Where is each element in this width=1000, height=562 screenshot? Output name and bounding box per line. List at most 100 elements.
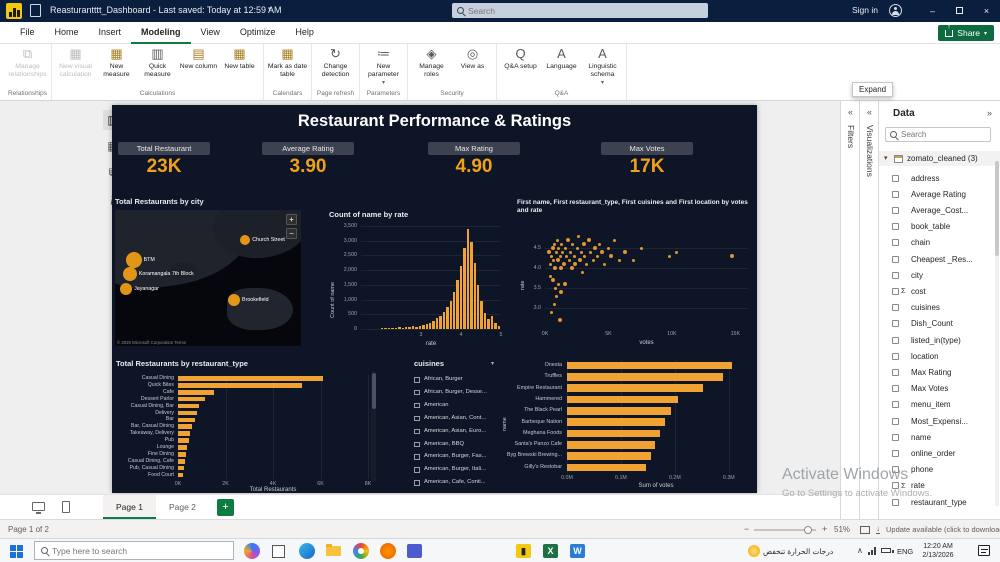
bar[interactable]	[178, 438, 189, 443]
histogram-bar[interactable]	[398, 327, 401, 329]
cuisines-slicer[interactable]: cuisines ▾ African, Burger African, Burge…	[412, 358, 496, 493]
slicer-item[interactable]: American, BBQ	[412, 440, 496, 452]
histogram-bar[interactable]	[387, 328, 391, 329]
scatter-point[interactable]	[571, 242, 575, 246]
histogram-bar[interactable]	[494, 323, 497, 329]
checkbox-icon[interactable]	[892, 352, 899, 360]
scatter-point[interactable]	[552, 258, 556, 262]
histogram-bar[interactable]	[384, 328, 387, 329]
weather-text[interactable]: درجات الحرارة تنخفض	[763, 547, 853, 556]
bar[interactable]	[567, 373, 724, 381]
scatter-point[interactable]	[675, 250, 679, 254]
field-row-cuisines[interactable]: cuisines	[879, 301, 1000, 316]
visual-scrollbar[interactable]	[371, 371, 376, 483]
bar[interactable]	[567, 440, 655, 449]
bar[interactable]	[178, 445, 188, 450]
checkbox-icon[interactable]	[414, 415, 420, 422]
data-table-row[interactable]: ▾ zomato_cleaned (3)	[879, 151, 1000, 166]
checkbox-icon[interactable]	[892, 433, 899, 441]
scatter-point[interactable]	[575, 246, 579, 250]
taskbar-search-box[interactable]	[34, 541, 234, 560]
histogram-bar[interactable]	[463, 248, 466, 329]
desktop-view-icon[interactable]	[32, 502, 45, 514]
histogram-bar[interactable]	[439, 315, 442, 329]
scatter-point[interactable]	[573, 262, 578, 266]
scatter-point[interactable]	[562, 262, 567, 266]
scatter-point[interactable]	[569, 266, 574, 270]
share-button[interactable]: Share ▾	[938, 24, 994, 41]
scatter-point[interactable]	[548, 274, 552, 278]
scatter-point[interactable]	[579, 250, 583, 254]
checkbox-icon[interactable]	[892, 320, 899, 328]
scatter-point[interactable]	[586, 238, 591, 242]
scatter-point[interactable]	[581, 242, 586, 246]
bar[interactable]	[178, 452, 186, 457]
map-canvas[interactable]: + − Church Street BTM Koramangala 7th Bloc…	[115, 210, 301, 346]
ribbon-button-manage-roles[interactable]: ◈ Manage roles	[411, 44, 452, 79]
checkbox-icon[interactable]	[414, 467, 420, 473]
word-icon[interactable]: W	[570, 544, 585, 558]
checkbox-icon[interactable]	[892, 206, 899, 214]
scatter-point[interactable]	[580, 270, 584, 274]
menu-tab-optimize[interactable]: Optimize	[230, 22, 286, 44]
scatter-point[interactable]	[554, 294, 558, 298]
checkbox-icon[interactable]	[414, 389, 420, 396]
tray-expand-icon[interactable]: ∧	[857, 546, 863, 555]
field-row-cost[interactable]: Σcost	[879, 284, 1000, 299]
bar[interactable]	[178, 431, 191, 436]
scatter-point[interactable]	[595, 254, 599, 258]
scatter-point[interactable]	[583, 254, 587, 258]
task-view-icon[interactable]	[272, 545, 285, 558]
bar[interactable]	[178, 472, 183, 478]
update-available-link[interactable]: Update available (click to download)	[886, 525, 1000, 534]
filters-pane-collapsed[interactable]: « Filters	[840, 101, 859, 519]
histogram-bar[interactable]	[490, 316, 494, 329]
report-canvas[interactable]: Restaurant Performance & Ratings Total R…	[112, 105, 757, 493]
field-row-chain[interactable]: chain	[879, 236, 1000, 251]
expand-visualizations-icon[interactable]: «	[860, 107, 879, 117]
copilot-icon[interactable]	[244, 543, 260, 559]
power-bi-taskbar-icon[interactable]: ▮	[516, 544, 531, 558]
scatter-point[interactable]	[585, 262, 589, 266]
bar[interactable]	[178, 396, 206, 402]
slicer-item[interactable]: American, Cafe, Conti...	[412, 478, 496, 490]
checkbox-icon[interactable]	[892, 239, 899, 247]
histogram-bar[interactable]	[428, 322, 432, 329]
scatter-point[interactable]	[550, 254, 554, 258]
histogram-bar[interactable]	[466, 228, 470, 329]
menu-tab-insert[interactable]: Insert	[89, 22, 132, 44]
scatter-visual[interactable]: First name, First restaurant_type, First…	[515, 198, 757, 352]
ribbon-button-new-visual-calculation[interactable]: ▦ New visual calculation	[55, 44, 96, 79]
scatter-point[interactable]	[567, 258, 571, 262]
histogram-bar[interactable]	[401, 327, 404, 329]
field-row-address[interactable]: address	[879, 171, 1000, 186]
checkbox-icon[interactable]	[892, 385, 899, 393]
zoom-out-icon[interactable]: −	[744, 524, 749, 534]
bar[interactable]	[567, 395, 678, 404]
fit-to-page-icon[interactable]	[860, 525, 870, 534]
scatter-point[interactable]	[553, 242, 557, 246]
network-icon[interactable]	[868, 547, 877, 555]
expand-filters-icon[interactable]: «	[841, 107, 860, 117]
scatter-point[interactable]	[639, 246, 643, 250]
field-row-average-cost[interactable]: Average_Cost...	[879, 203, 1000, 218]
bar[interactable]	[178, 465, 184, 471]
slicer-item[interactable]: American	[412, 401, 496, 413]
restaurant-type-bar-visual[interactable]: Total Restaurants by restaurant_type Tot…	[114, 355, 384, 493]
checkbox-icon[interactable]	[892, 223, 899, 231]
scatter-point[interactable]	[560, 242, 564, 246]
field-row-most-expensi[interactable]: Most_Expensi...	[879, 414, 1000, 429]
slicer-item[interactable]: American, Burger, Fas...	[412, 452, 496, 464]
scatter-point[interactable]	[557, 246, 561, 250]
slicer-chevron-icon[interactable]: ▾	[491, 360, 494, 367]
scatter-point[interactable]	[558, 266, 563, 270]
bar[interactable]	[567, 384, 703, 393]
histogram-bar[interactable]	[418, 325, 422, 329]
scatter-point[interactable]	[591, 258, 595, 262]
scatter-point[interactable]	[667, 254, 671, 258]
field-row-max-votes[interactable]: Max Votes	[879, 382, 1000, 397]
checkbox-icon[interactable]	[892, 401, 899, 409]
maximize-button[interactable]	[946, 0, 973, 22]
slicer-item[interactable]: American, Burger, Itali...	[412, 465, 496, 477]
field-row-menu-item[interactable]: menu_item	[879, 398, 1000, 413]
